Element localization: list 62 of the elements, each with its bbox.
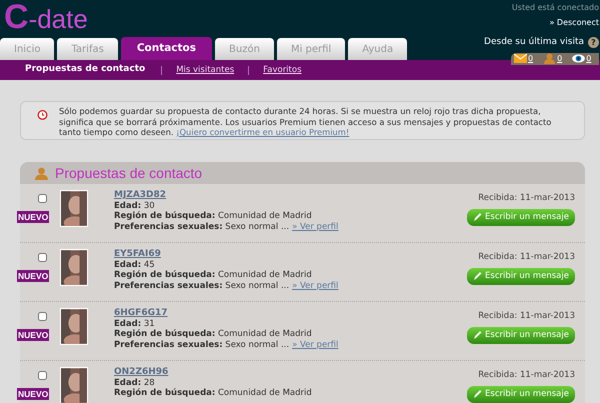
counter-link[interactable]: 0	[586, 52, 592, 64]
person-icon	[34, 166, 49, 180]
pencil-icon	[473, 330, 482, 340]
view-profile-link[interactable]: » Ver perfil	[292, 340, 338, 350]
premium-link[interactable]: ¡Quiero convertirme en usuario Premium!	[176, 127, 350, 137]
write-message-button[interactable]: Escribir un mensaje	[467, 268, 575, 285]
write-message-button[interactable]: Escribir un mensaje	[467, 386, 575, 403]
age-text: Edad: 30	[114, 200, 155, 211]
pencil-icon	[473, 212, 482, 222]
region-text: Región de búsqueda: Comunidad de Madrid	[114, 270, 312, 280]
profile-name-link[interactable]: EY5FAI69	[114, 249, 161, 260]
panel-title: Propuestas de contacto	[55, 164, 202, 183]
nav-tab[interactable]: Mi perfil	[276, 38, 346, 60]
counter-link[interactable]: 0	[557, 52, 562, 64]
help-icon[interactable]: ?	[588, 37, 599, 48]
connection-status: Usted está conectado	[512, 2, 599, 14]
checkbox[interactable]	[38, 371, 47, 380]
age-text: Edad: 31	[114, 318, 155, 329]
last-visit-label: Desde su última visita	[484, 36, 584, 49]
view-profile-link[interactable]: » Ver perfil	[292, 222, 338, 232]
logout-link[interactable]: » Desconect	[549, 17, 599, 29]
counter-link[interactable]: 0	[528, 52, 534, 64]
profile-name-link[interactable]: 6HGF6G17	[114, 308, 168, 318]
new-badge: NUEVO	[17, 270, 50, 282]
received-date: Recibida: 11-mar-2013	[478, 192, 575, 205]
preferences-text: Preferencias sexuales: Sexo normal ...	[114, 340, 290, 350]
new-badge: NUEVO	[17, 211, 50, 223]
new-badge: NUEVO	[17, 329, 50, 341]
checkbox[interactable]	[38, 194, 47, 203]
new-badge: NUEVO	[17, 388, 50, 400]
received-date: Recibida: 11-mar-2013	[478, 369, 575, 382]
clock-icon	[37, 109, 48, 120]
region-text: Región de búsqueda: Comunidad de Madrid	[114, 329, 312, 340]
region-text: Región de búsqueda: Comunidad de Madrid	[114, 388, 312, 398]
logo[interactable]: C-date	[4, 0, 88, 34]
checkbox[interactable]	[38, 312, 47, 321]
subnav-link[interactable]: Mis visitantes	[176, 64, 234, 76]
checkbox[interactable]	[38, 253, 47, 262]
write-message-button[interactable]: Escribir un mensaje	[467, 326, 575, 344]
subnav-link[interactable]: Propuestas de contacto	[25, 63, 146, 77]
profile-name-link[interactable]: MJZA3D82	[114, 190, 166, 200]
preferences-text: Preferencias sexuales: Sexo normal ...	[114, 222, 290, 232]
nav-tab[interactable]: Inicio	[0, 38, 54, 60]
profile-name-link[interactable]: ON2Z6H96	[114, 367, 168, 378]
nav-tab[interactable]: Tarifas	[57, 38, 118, 60]
preferences-text: Preferencias sexuales: Sexo normal ...	[114, 280, 290, 291]
subnav-link[interactable]: Favoritos	[263, 64, 302, 76]
age-text: Edad: 28	[114, 378, 155, 388]
eye-icon[interactable]	[572, 53, 586, 64]
received-date: Recibida: 11-mar-2013	[478, 251, 575, 264]
nav-tab[interactable]: Buzón	[215, 38, 274, 60]
age-text: Edad: 45	[114, 260, 155, 270]
pencil-icon	[473, 271, 482, 282]
nav-tab[interactable]: Contactos	[120, 37, 212, 60]
region-text: Región de búsqueda: Comunidad de Madrid	[114, 211, 312, 222]
received-date: Recibida: 11-mar-2013	[478, 310, 575, 323]
pencil-icon	[473, 389, 482, 400]
write-message-button[interactable]: Escribir un mensaje	[467, 208, 575, 226]
view-profile-link[interactable]: » Ver perfil	[292, 280, 338, 291]
notice-text: Sólo podemos guardar su propuesta de contacto durante 24 horas. Si se muestra un reloj rojo tras dicha propuesta, significa que se borrará próximamente. Los usuarios Premium tienen acceso a sus mensajes y propuestas de contacto tanto tiempo como deseen. ¡Quiero convertirme en usuario Premium!	[59, 106, 552, 139]
nav-tab[interactable]: Ayuda	[348, 38, 408, 60]
mail-icon[interactable]	[514, 53, 527, 64]
